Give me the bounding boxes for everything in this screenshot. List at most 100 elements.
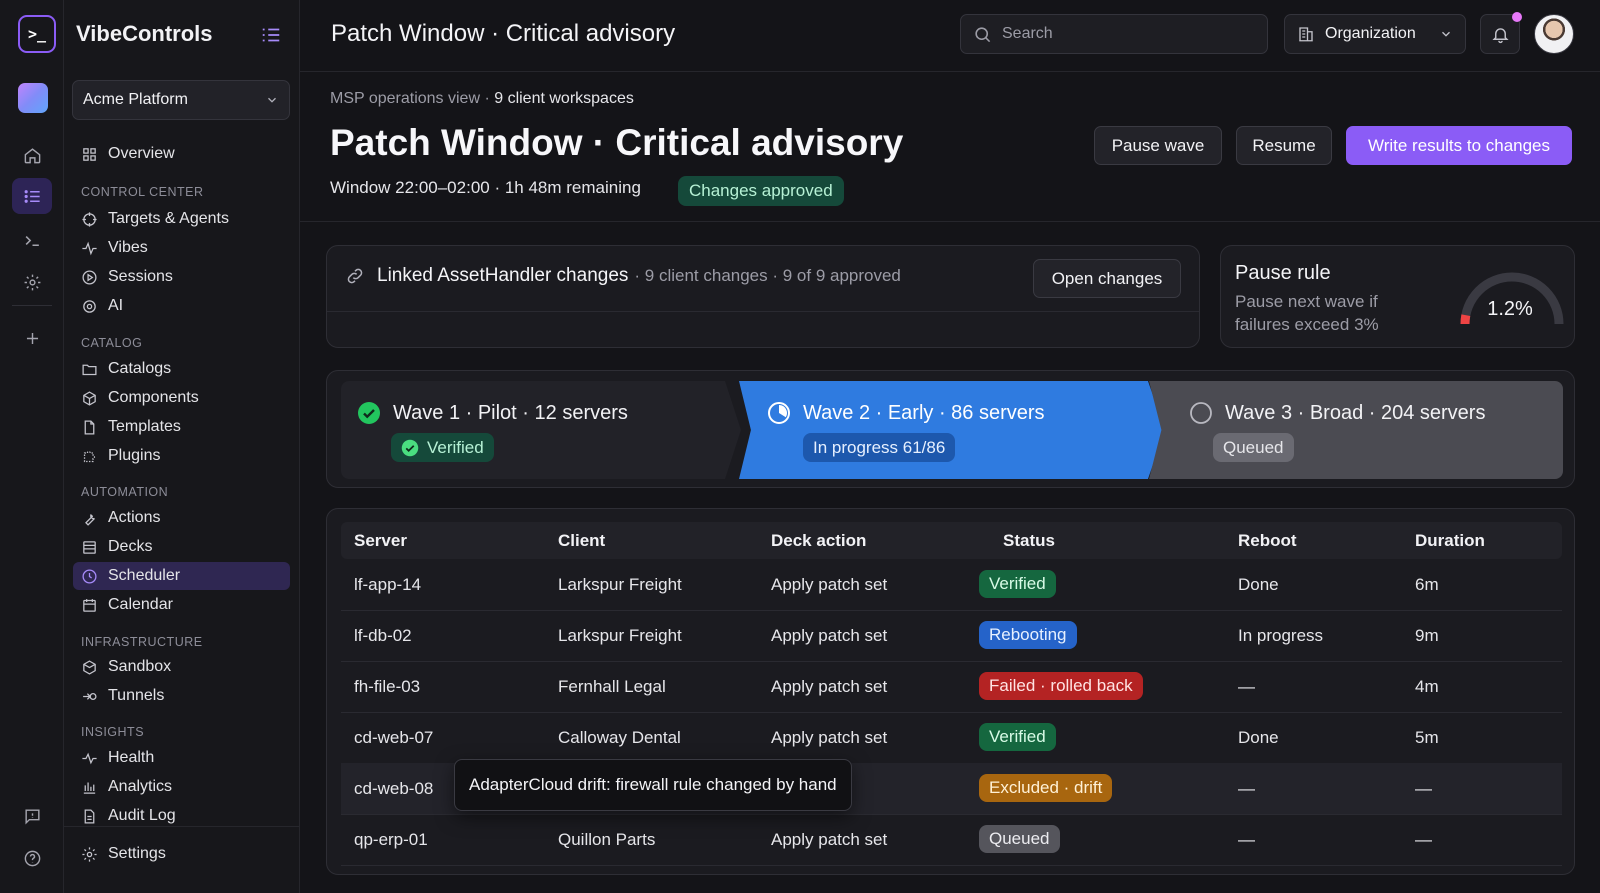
sidebar: VibeControls Acme Platform Overview CONT… bbox=[64, 0, 300, 893]
cell-server: cd-web-08 bbox=[354, 779, 434, 798]
sidebar-item-overview[interactable]: Overview bbox=[73, 140, 290, 168]
sidebar-item-label: Targets & Agents bbox=[108, 210, 229, 227]
cell-server: fh-file-03 bbox=[354, 677, 421, 696]
bar-chart-icon bbox=[83, 782, 96, 794]
pause-rule-title: Pause rule bbox=[1235, 262, 1331, 284]
sidebar-item-catalogs[interactable]: Catalogs bbox=[73, 355, 290, 383]
breadcrumb-prefix: MSP operations view · bbox=[330, 90, 495, 107]
waves-stepper: Wave 1 · Pilot · 12 servers Verified Wav… bbox=[326, 370, 1575, 488]
rail-home-button[interactable] bbox=[12, 137, 52, 173]
rail-help-button[interactable] bbox=[12, 840, 52, 876]
sidebar-item-templates[interactable]: Templates bbox=[73, 413, 290, 441]
workspace-select[interactable]: Acme Platform bbox=[72, 80, 290, 120]
cell-server: lf-db-02 bbox=[354, 626, 412, 645]
cell-reboot: In progress bbox=[1238, 626, 1324, 645]
empty-circle-icon bbox=[1190, 402, 1212, 424]
sidebar-item-label: Plugins bbox=[108, 447, 161, 464]
rail-terminal-button[interactable] bbox=[12, 222, 52, 258]
workspace-avatar-icon[interactable] bbox=[18, 83, 48, 113]
rail-feedback-button[interactable] bbox=[12, 798, 52, 834]
column-header-client[interactable]: Client bbox=[558, 531, 605, 551]
resume-button[interactable]: Resume bbox=[1236, 126, 1332, 165]
status-badge: Verified bbox=[979, 570, 1056, 598]
app-logo-icon[interactable]: >_ bbox=[18, 15, 56, 53]
open-changes-button[interactable]: Open changes bbox=[1033, 259, 1181, 298]
sidebar-item-decks[interactable]: Decks bbox=[73, 533, 290, 561]
sidebar-item-tunnels[interactable]: Tunnels bbox=[73, 682, 290, 710]
table-row[interactable]: fh-file-03 Fernhall Legal Apply patch set —… bbox=[341, 661, 1562, 713]
clock-icon bbox=[82, 568, 97, 584]
tunnel-icon bbox=[83, 692, 97, 700]
sidebar-item-settings[interactable]: Settings bbox=[73, 840, 290, 868]
wave-1-badge-label: Verified bbox=[427, 437, 484, 457]
wave-3-step[interactable]: Wave 3 · Broad · 204 servers Queued bbox=[1149, 381, 1563, 479]
rail-settings-button[interactable] bbox=[12, 264, 52, 300]
drift-tooltip: AdapterCloud drift: firewall rule change… bbox=[454, 759, 852, 811]
linked-changes-header: Linked AssetHandler changes · 9 client c… bbox=[345, 265, 901, 287]
sidebar-item-label: Tunnels bbox=[108, 687, 165, 704]
file-icon bbox=[84, 419, 95, 435]
sidebar-item-vibes[interactable]: Vibes bbox=[73, 234, 290, 262]
search-box[interactable] bbox=[960, 14, 1268, 54]
check-circle-icon bbox=[401, 439, 419, 456]
sidebar-item-components[interactable]: Components bbox=[73, 384, 290, 412]
cell-client: Fernhall Legal bbox=[558, 677, 666, 696]
sidebar-item-label: Analytics bbox=[108, 778, 173, 795]
search-input[interactable] bbox=[1002, 25, 1242, 43]
table-row[interactable]: lf-db-02 Larkspur Freight Apply patch set I… bbox=[341, 610, 1562, 662]
cell-server: qp-erp-01 bbox=[354, 830, 428, 849]
write-results-button[interactable]: Write results to changes bbox=[1346, 126, 1572, 165]
wave-2-title: Wave 2 · Early · 86 servers bbox=[803, 401, 1045, 424]
column-header-deck-action[interactable]: Deck action bbox=[771, 531, 866, 551]
sidebar-section-catalog: CATALOG bbox=[81, 336, 143, 350]
sidebar-item-label: Overview bbox=[108, 145, 175, 162]
organization-select[interactable]: Organization bbox=[1284, 14, 1466, 54]
sidebar-item-plugins[interactable]: Plugins bbox=[73, 442, 290, 470]
sidebar-item-health[interactable]: Health bbox=[73, 744, 290, 772]
wave-1-badge: Verified bbox=[391, 433, 494, 462]
chat-icon bbox=[24, 808, 40, 825]
cell-duration: 9m bbox=[1415, 626, 1439, 645]
gear-icon bbox=[24, 274, 40, 290]
pause-wave-button[interactable]: Pause wave bbox=[1094, 126, 1222, 165]
column-header-server[interactable]: Server bbox=[354, 531, 407, 551]
box-icon bbox=[83, 659, 96, 675]
table-row[interactable]: lf-app-14 Larkspur Freight Apply patch set… bbox=[341, 559, 1562, 611]
status-badge: Excluded · drift bbox=[979, 774, 1113, 802]
sidebar-item-ai[interactable]: AI bbox=[73, 292, 290, 320]
sidebar-item-sandbox[interactable]: Sandbox bbox=[73, 653, 290, 681]
header-divider bbox=[300, 221, 1600, 222]
linked-changes-card: Linked AssetHandler changes · 9 client c… bbox=[326, 245, 1200, 348]
wave-3-title: Wave 3 · Broad · 204 servers bbox=[1225, 401, 1486, 424]
sidebar-section-infrastructure: INFRASTRUCTURE bbox=[81, 635, 203, 649]
sidebar-item-calendar[interactable]: Calendar bbox=[73, 591, 290, 619]
column-header-status[interactable]: Status bbox=[1003, 531, 1055, 551]
table-row[interactable]: qp-erp-01 Quillon Parts Apply patch set — — Q… bbox=[341, 814, 1562, 866]
sidebar-item-label: Settings bbox=[108, 845, 166, 862]
breadcrumb: MSP operations view · 9 client workspace… bbox=[330, 90, 634, 108]
cell-deck-action: Apply patch set bbox=[771, 830, 888, 849]
rail-add-button[interactable] bbox=[12, 320, 52, 356]
wave-2-step[interactable]: Wave 2 · Early · 86 servers In progress … bbox=[739, 381, 1165, 479]
sidebar-item-sessions[interactable]: Sessions bbox=[73, 263, 290, 291]
wrench-icon bbox=[85, 513, 95, 526]
notifications-button[interactable] bbox=[1480, 12, 1522, 54]
wave-1-step[interactable]: Wave 1 · Pilot · 12 servers Verified bbox=[341, 381, 741, 479]
sidebar-item-targets-agents[interactable]: Targets & Agents bbox=[73, 205, 290, 233]
user-avatar[interactable] bbox=[1534, 14, 1574, 54]
rail-list-button[interactable] bbox=[12, 178, 52, 214]
sidebar-section-automation: AUTOMATION bbox=[81, 485, 169, 499]
sidebar-item-analytics[interactable]: Analytics bbox=[73, 773, 290, 801]
column-header-reboot[interactable]: Reboot bbox=[1238, 531, 1297, 551]
wave-2-badge: In progress 61/86 bbox=[803, 433, 956, 462]
collapse-sidebar-icon[interactable] bbox=[260, 24, 282, 46]
sidebar-item-scheduler[interactable]: Scheduler bbox=[73, 562, 290, 590]
sidebar-item-actions[interactable]: Actions bbox=[73, 504, 290, 532]
column-header-duration[interactable]: Duration bbox=[1415, 531, 1485, 551]
cell-server: cd-web-07 bbox=[354, 728, 434, 747]
page-title: Patch Window · Critical advisory bbox=[330, 122, 904, 163]
sidebar-item-label: Vibes bbox=[108, 239, 148, 256]
wave-3-header: Wave 3 · Broad · 204 servers bbox=[1189, 401, 1485, 425]
table-row[interactable]: cd-web-07 Calloway Dental Apply patch set D… bbox=[341, 712, 1562, 764]
sidebar-item-label: Sessions bbox=[108, 268, 173, 285]
